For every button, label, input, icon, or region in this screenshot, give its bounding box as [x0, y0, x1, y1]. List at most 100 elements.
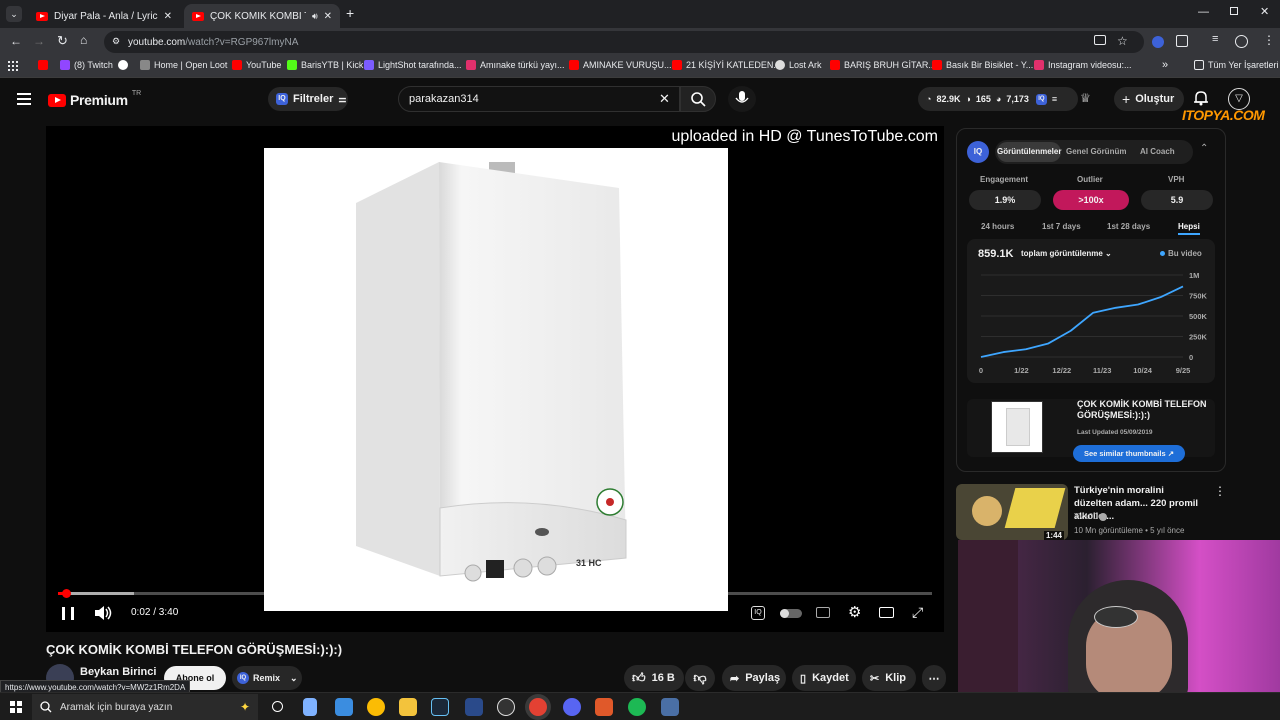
task-view-icon[interactable] — [272, 701, 283, 712]
home-icon[interactable]: ⌂ — [80, 33, 87, 47]
close-icon[interactable]: ✕ — [164, 11, 172, 22]
speaker-icon[interactable]: 🔊︎ — [312, 11, 318, 22]
fullscreen-icon[interactable]: ⤢ — [912, 604, 923, 621]
chrome-icon[interactable] — [367, 698, 385, 716]
share-button[interactable]: ➦ Paylaş — [722, 665, 786, 691]
chrome-active-icon[interactable] — [529, 698, 547, 716]
video-thumbnail[interactable] — [991, 401, 1043, 453]
more-button[interactable]: ⋯ — [922, 665, 946, 691]
store-icon[interactable] — [335, 698, 353, 716]
trophy-icon[interactable]: ♕ — [1080, 91, 1091, 105]
discord-icon[interactable] — [563, 698, 581, 716]
volume-icon[interactable] — [94, 605, 112, 621]
steam-icon[interactable] — [431, 698, 449, 716]
like-button[interactable]: 👍︎ 16 B — [624, 665, 684, 691]
tab-overview[interactable]: Genel Görünüm — [1066, 147, 1126, 156]
tab-ai-coach[interactable]: AI Coach — [1140, 147, 1175, 156]
youtube-logo[interactable]: Premium TR — [48, 90, 141, 108]
app-icon[interactable] — [595, 698, 613, 716]
chevron-right-icon[interactable]: » — [1162, 59, 1168, 71]
explorer-icon[interactable] — [399, 698, 417, 716]
scrubber-handle[interactable] — [61, 589, 71, 598]
forward-icon[interactable]: → — [33, 34, 45, 48]
dislike-button[interactable]: 👎︎ — [685, 665, 715, 691]
bookmark-item[interactable]: AMINAKE VURUŞU... — [569, 60, 672, 70]
bookmark-item[interactable]: 21 KİŞİYİ KATLEDEN... — [672, 60, 781, 70]
period-all[interactable]: Hepsi — [1178, 222, 1200, 235]
star-icon[interactable]: ☆ — [1117, 34, 1128, 48]
bookmark-item[interactable]: YouTube — [232, 60, 281, 70]
back-icon[interactable]: ← — [10, 34, 22, 48]
bookmark-item[interactable]: (8) Twitch — [60, 60, 113, 70]
bookmark-item[interactable] — [118, 60, 132, 70]
spotify-icon[interactable] — [628, 698, 646, 716]
profile-icon[interactable] — [1235, 35, 1248, 48]
bookmark-item[interactable]: Amınake türkü yayı... — [466, 60, 565, 70]
site-info-icon[interactable]: ⚙ — [112, 36, 120, 47]
clip-button[interactable]: ✂ Klip — [862, 665, 916, 691]
settings-icon[interactable]: ⚙ — [848, 603, 861, 621]
app-icon[interactable] — [303, 698, 317, 716]
filters-button[interactable]: IQ Filtreler ⚌ — [268, 87, 348, 111]
tab-inactive[interactable]: Diyar Pala - Anla / Lyrics - Sözle ✕ — [28, 4, 180, 28]
period-24h[interactable]: 24 hours — [981, 222, 1014, 231]
theater-mode-icon[interactable] — [879, 607, 894, 618]
metric-dropdown[interactable]: toplam görüntülenme ⌄ — [1021, 249, 1112, 258]
tab-active[interactable]: ÇOK KOMİK KOMBİ TELEFO 🔊︎ ✕ — [184, 4, 340, 28]
remix-button[interactable]: IQ Remix ⌄ — [232, 666, 302, 690]
close-icon[interactable]: ✕ — [324, 11, 332, 22]
bookmark-item[interactable]: LightShot tarafında... — [364, 60, 462, 70]
menu-icon[interactable]: ⋮ — [1263, 33, 1275, 47]
app-icon[interactable] — [465, 698, 483, 716]
channel-name[interactable]: Beykan Birinci — [80, 666, 156, 678]
clear-search-icon[interactable]: ✕ — [659, 91, 670, 107]
search-button[interactable] — [680, 86, 716, 112]
apps-icon[interactable] — [8, 61, 18, 71]
bookmark-item[interactable]: Home | Open Loot — [140, 60, 227, 70]
search-input[interactable]: parakazan314 — [409, 93, 479, 105]
taskbar-search[interactable]: Aramak için buraya yazın ✦ — [32, 694, 258, 720]
minimize-button[interactable]: — — [1198, 6, 1209, 18]
subtitles-icon[interactable] — [816, 607, 830, 618]
media-icon[interactable]: ≡ — [1212, 33, 1218, 45]
new-tab-button[interactable]: + — [346, 5, 354, 21]
search-box[interactable]: parakazan314 ✕ — [398, 86, 680, 112]
bookmark-item[interactable]: Basık Bir Bisiklet - Y... — [932, 60, 1033, 70]
all-bookmarks[interactable]: Tüm Yer İşaretleri — [1194, 60, 1279, 70]
views-line-chart: 0 250K 500K 750K 1M 0 1/22 12/22 11/23 10/24 9/25 — [979, 271, 1208, 375]
hamburger-icon[interactable] — [17, 93, 31, 105]
extensions-icon[interactable] — [1176, 35, 1188, 47]
period-28d[interactable]: 1st 28 days — [1107, 222, 1150, 231]
create-button[interactable]: + Oluştur — [1114, 87, 1184, 111]
collapse-icon[interactable]: ⌃ — [1200, 143, 1208, 154]
calculator-icon[interactable] — [661, 698, 679, 716]
tab-views[interactable]: Görüntülenmeler — [997, 142, 1061, 162]
bookmark-item[interactable]: BARIŞ BRUH GİTAR... — [830, 60, 936, 70]
video-player[interactable]: 31 HC uploaded in HD @ TunesToTube.com 0… — [46, 126, 944, 632]
windows-start-icon[interactable] — [10, 701, 22, 713]
app-icon[interactable] — [497, 698, 515, 716]
iq-icon[interactable]: IQ — [751, 606, 765, 620]
bookmark-item[interactable]: BarisYTB | Kick — [287, 60, 363, 70]
save-button[interactable]: ▯ Kaydet — [792, 665, 856, 691]
similar-thumbnails-button[interactable]: See similar thumbnails ↗ — [1073, 445, 1185, 462]
reload-icon[interactable]: ↻ — [57, 33, 68, 49]
pause-button[interactable] — [62, 607, 74, 620]
url-field[interactable]: ⚙ youtube.com /watch?v=RGP967lmyNA ☆ — [104, 31, 1144, 53]
progress-bar[interactable] — [58, 589, 932, 598]
bookmark-item[interactable] — [38, 60, 52, 70]
install-icon[interactable] — [1094, 35, 1106, 45]
close-window-button[interactable]: ✕ — [1260, 5, 1269, 18]
microphone-icon — [735, 91, 749, 103]
maximize-button[interactable] — [1230, 7, 1238, 15]
bookmark-item[interactable]: Instagram videosu:... — [1034, 60, 1132, 70]
voice-search-button[interactable] — [728, 86, 756, 112]
more-icon[interactable]: ⋮ — [1214, 484, 1226, 498]
bookmark-item[interactable]: Lost Ark — [775, 60, 822, 70]
bell-icon[interactable] — [1194, 90, 1208, 106]
recommendation-item[interactable]: 1:44 Türkiye'nin moralini düzelten adam.… — [956, 484, 1226, 540]
period-7d[interactable]: 1st 7 days — [1042, 222, 1081, 231]
tab-search-button[interactable]: ⌄ — [6, 6, 22, 22]
autoplay-toggle[interactable] — [780, 609, 802, 618]
extension-iq-icon[interactable] — [1152, 36, 1164, 48]
